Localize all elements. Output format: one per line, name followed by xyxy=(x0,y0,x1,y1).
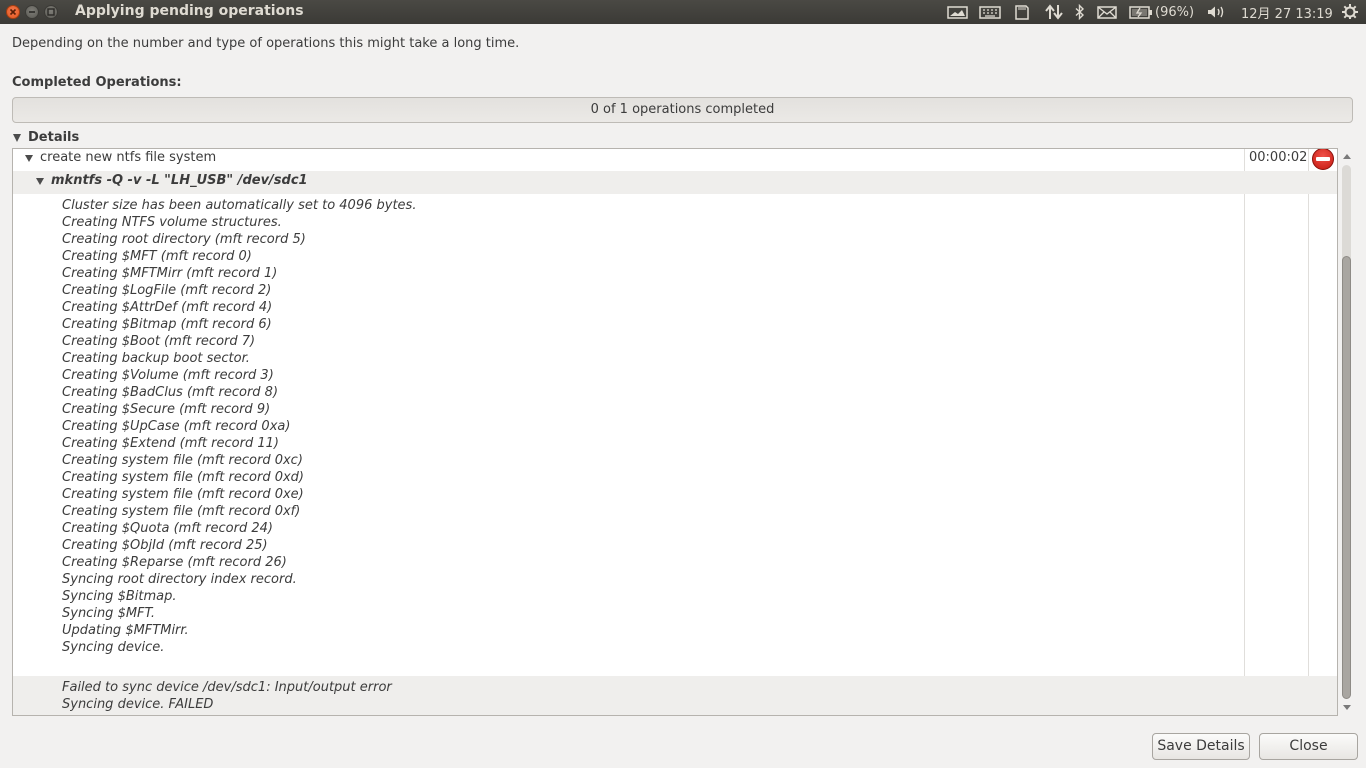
output-line: Syncing $Bitmap. xyxy=(62,589,177,604)
column-divider xyxy=(1244,149,1245,715)
output-line: Creating $UpCase (mft record 0xa) xyxy=(62,419,291,434)
output-line: Syncing $MFT. xyxy=(62,606,156,621)
close-icon xyxy=(9,8,17,16)
details-label: Details xyxy=(28,130,80,145)
maximize-icon xyxy=(47,8,55,16)
output-line: Creating $LogFile (mft record 2) xyxy=(62,283,272,298)
output-line: Creating $Extend (mft record 11) xyxy=(62,436,279,451)
expander-arrow-icon[interactable] xyxy=(36,178,44,185)
completed-operations-label: Completed Operations: xyxy=(12,75,182,90)
tree-row-error[interactable]: Failed to sync device /dev/sdc1: Input/o… xyxy=(13,676,1337,715)
expander-arrow-icon xyxy=(13,133,21,142)
operation-label: create new ntfs file system xyxy=(40,150,217,165)
output-line: Creating $MFT (mft record 0) xyxy=(62,249,252,264)
output-line: Creating $MFTMirr (mft record 1) xyxy=(62,266,278,281)
mail-icon[interactable] xyxy=(1097,4,1117,20)
output-line: Creating $AttrDef (mft record 4) xyxy=(62,300,273,315)
error-icon xyxy=(1312,149,1334,170)
title-bar: Applying pending operations (96%) 12月 27… xyxy=(0,0,1366,24)
output-line: Cluster size has been automatically set … xyxy=(62,198,417,213)
command-output: Cluster size has been automatically set … xyxy=(62,197,416,656)
output-line: Creating NTFS volume structures. xyxy=(62,215,282,230)
command-label: mkntfs -Q -v -L "LH_USB" /dev/sdc1 xyxy=(51,173,308,188)
save-details-button[interactable]: Save Details xyxy=(1152,733,1250,760)
output-line: Creating $ObjId (mft record 25) xyxy=(62,538,268,553)
scroll-up-arrow-icon[interactable] xyxy=(1343,154,1351,159)
tree-row-operation[interactable]: create new ntfs file system 00:00:02 xyxy=(13,149,1337,171)
output-line: Creating $Reparse (mft record 26) xyxy=(62,555,287,570)
output-line: Syncing device. xyxy=(62,640,165,655)
gear-icon[interactable] xyxy=(1341,3,1359,19)
output-line: Creating $Quota (mft record 24) xyxy=(62,521,273,536)
network-icon[interactable] xyxy=(1044,4,1064,20)
volume-icon[interactable] xyxy=(1206,4,1228,20)
keyboard-icon[interactable] xyxy=(979,4,1001,20)
output-line: Creating root directory (mft record 5) xyxy=(62,232,306,247)
progress-text: 0 of 1 operations completed xyxy=(590,102,775,117)
output-line: Syncing root directory index record. xyxy=(62,572,297,587)
operations-tree[interactable]: create new ntfs file system 00:00:02 mkn… xyxy=(12,148,1338,716)
battery-percentage[interactable]: (96%) xyxy=(1155,0,1194,24)
output-line: Updating $MFTMirr. xyxy=(62,623,189,638)
sd-card-icon[interactable] xyxy=(1013,4,1031,20)
operations-progress-bar: 0 of 1 operations completed xyxy=(12,97,1353,123)
operation-time: 00:00:02 xyxy=(1249,150,1308,165)
scroll-down-arrow-icon[interactable] xyxy=(1343,705,1351,710)
tree-scrollbar[interactable] xyxy=(1340,148,1354,716)
output-line: Creating system file (mft record 0xd) xyxy=(62,470,304,485)
error-line: Failed to sync device /dev/sdc1: Input/o… xyxy=(62,680,392,695)
output-line: Creating backup boot sector. xyxy=(62,351,250,366)
scroll-track[interactable] xyxy=(1342,165,1351,699)
dialog-description: Depending on the number and type of oper… xyxy=(12,36,520,51)
tree-row-command[interactable]: mkntfs -Q -v -L "LH_USB" /dev/sdc1 xyxy=(13,171,1337,194)
output-line: Creating system file (mft record 0xf) xyxy=(62,504,301,519)
window-maximize-button[interactable] xyxy=(44,5,58,19)
workspace-icon[interactable] xyxy=(947,4,969,20)
battery-icon[interactable] xyxy=(1129,4,1153,20)
window-minimize-button[interactable] xyxy=(25,5,39,19)
output-line: Creating system file (mft record 0xe) xyxy=(62,487,304,502)
error-line: Syncing device. FAILED xyxy=(62,697,214,712)
expander-arrow-icon[interactable] xyxy=(25,155,33,162)
output-line: Creating system file (mft record 0xc) xyxy=(62,453,303,468)
clock[interactable]: 12月 27 13:19 xyxy=(1241,0,1333,24)
output-line: Creating $BadClus (mft record 8) xyxy=(62,385,279,400)
error-output: Failed to sync device /dev/sdc1: Input/o… xyxy=(62,679,392,713)
output-line: Creating $Bitmap (mft record 6) xyxy=(62,317,272,332)
scroll-thumb[interactable] xyxy=(1342,255,1351,699)
column-divider xyxy=(1308,149,1309,715)
minimize-icon xyxy=(29,11,35,13)
output-line: Creating $Volume (mft record 3) xyxy=(62,368,274,383)
window-title: Applying pending operations xyxy=(75,3,304,19)
details-expander[interactable]: Details xyxy=(13,130,79,145)
close-button[interactable]: Close xyxy=(1259,733,1358,760)
window-close-button[interactable] xyxy=(6,5,20,19)
output-line: Creating $Secure (mft record 9) xyxy=(62,402,271,417)
bluetooth-icon[interactable] xyxy=(1073,4,1087,20)
output-line: Creating $Boot (mft record 7) xyxy=(62,334,256,349)
